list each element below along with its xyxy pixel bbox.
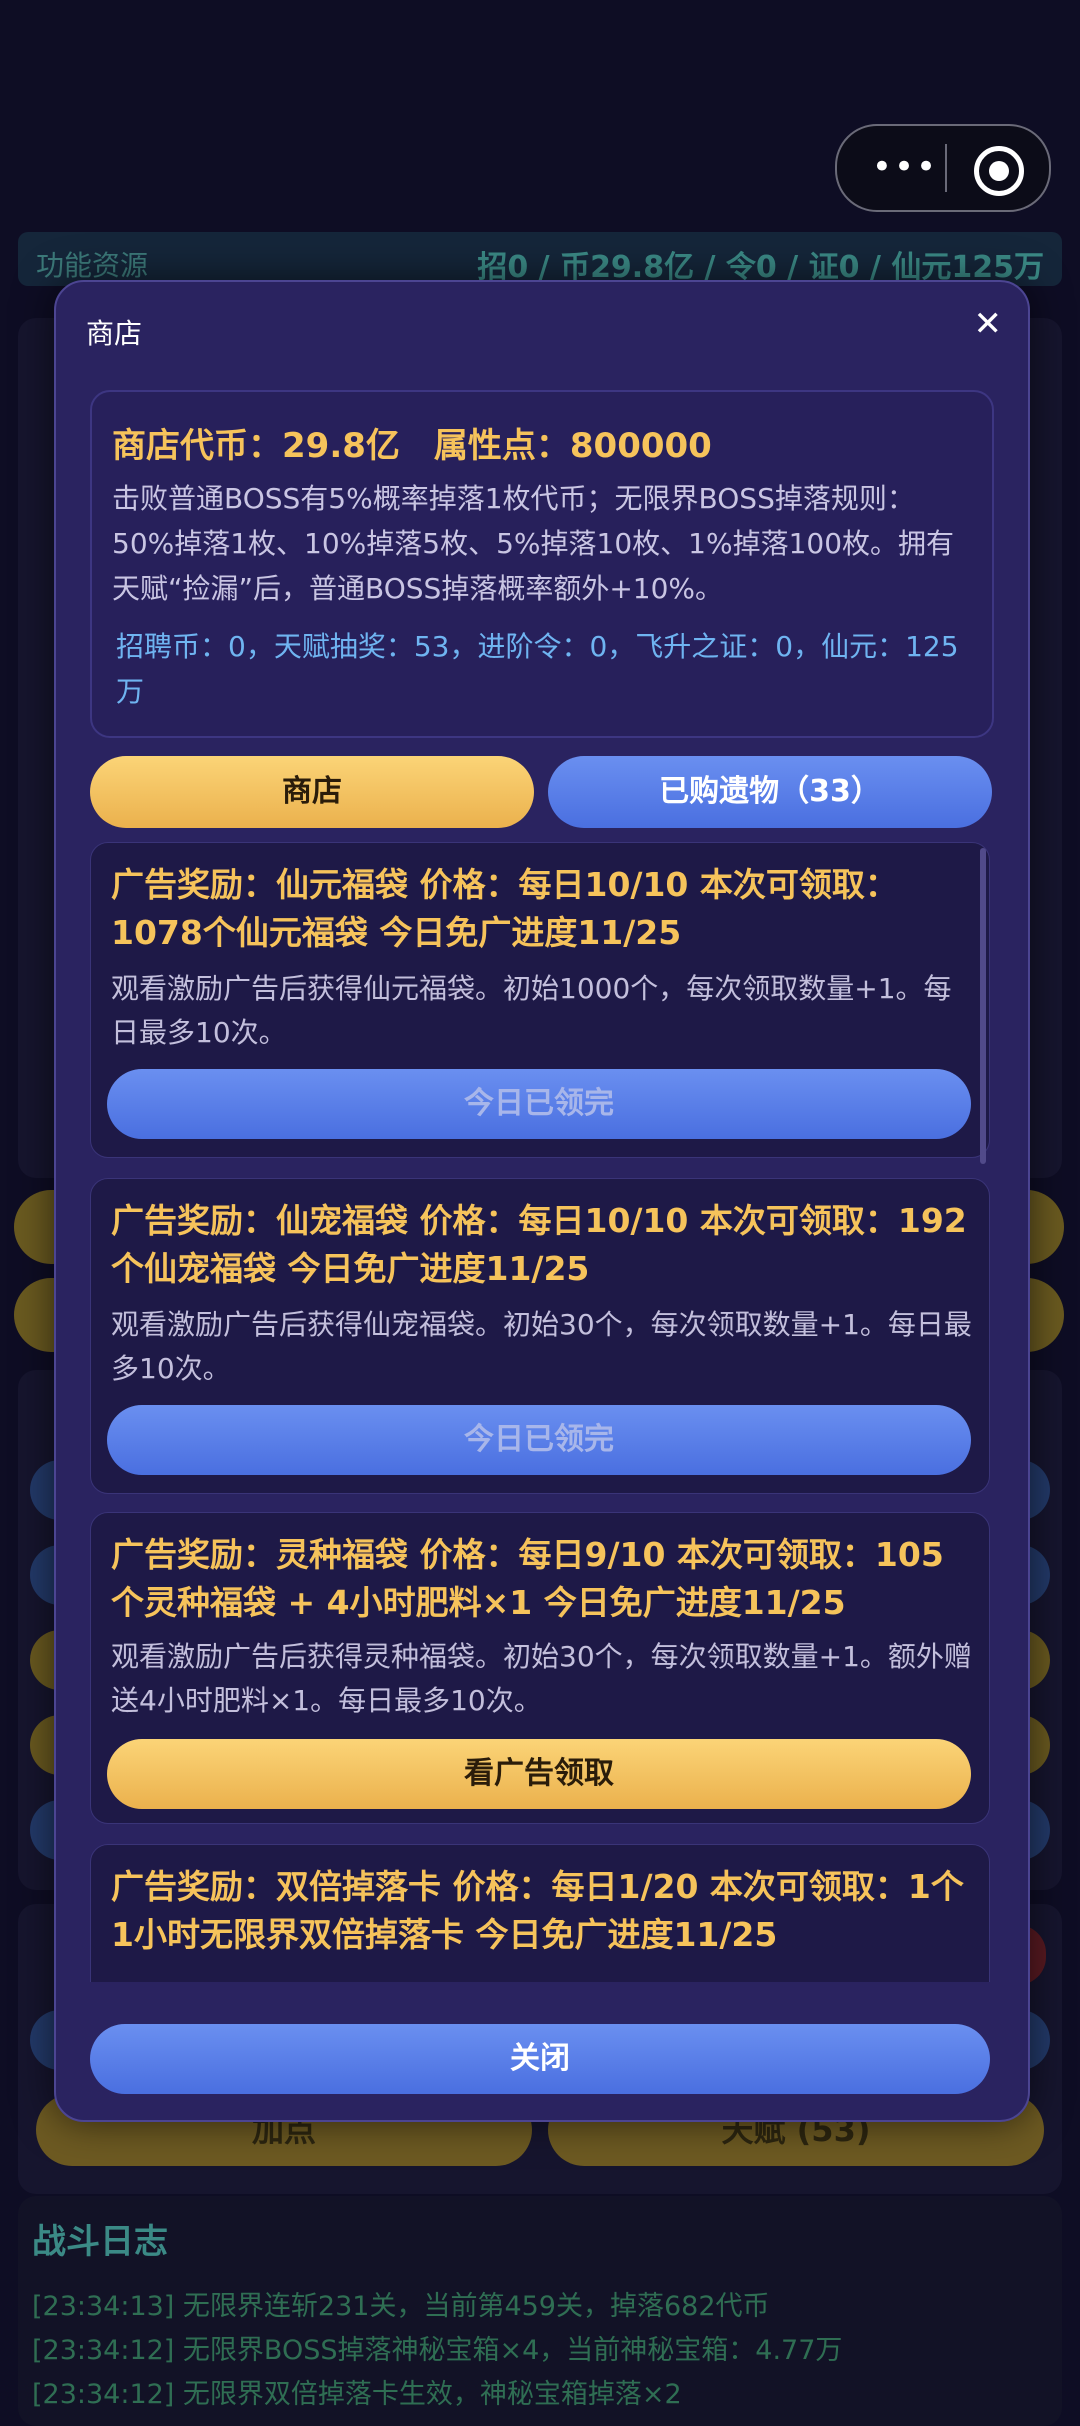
item-title: 广告奖励：灵种福袋 价格：每日9/10 本次可领取：105个灵种福袋 + 4小时… (111, 1535, 944, 1622)
item-title: 广告奖励：仙元福袋 价格：每日10/10 本次可领取：1078个仙元福袋 今日免… (111, 865, 898, 952)
claimed-button[interactable]: 今日已领完 (107, 1069, 971, 1139)
log-line: [23:34:13] 无限界连斩231关，当前第459关，掉落682代币 (32, 2291, 770, 2322)
item-title: 广告奖励：仙宠福袋 价格：每日10/10 本次可领取：192个仙宠福袋 今日免广… (111, 1201, 967, 1288)
shop-item-list[interactable]: 广告奖励：仙元福袋 价格：每日10/10 本次可领取：1078个仙元福袋 今日免… (90, 842, 990, 1982)
tab-bought-relics[interactable]: 已购遗物（33） (548, 756, 992, 828)
resource-bar: 功能资源 招0 / 币29.8亿 / 令0 / 证0 / 仙元125万 (18, 232, 1062, 286)
close-icon[interactable]: ✕ (974, 304, 1003, 344)
shop-info-box: 商店代币：29.8亿 属性点：800000 击败普通BOSS有5%概率掉落1枚代… (90, 390, 994, 738)
close-button[interactable]: 关闭 (90, 2024, 990, 2094)
more-dots-icon[interactable]: ••• (865, 150, 945, 184)
battle-log: 战斗日志 [23:34:13] 无限界连斩231关，当前第459关，掉落682代… (18, 2196, 1062, 2426)
item-description: 观看激励广告后获得灵种福袋。初始30个，每次领取数量+1。额外赠送4小时肥料×1… (111, 1640, 972, 1717)
item-description: 观看激励广告后获得仙元福袋。初始1000个，每次领取数量+1。每日最多10次。 (111, 972, 952, 1049)
claimed-button[interactable]: 今日已领完 (107, 1405, 971, 1475)
list-item: 广告奖励：仙元福袋 价格：每日10/10 本次可领取：1078个仙元福袋 今日免… (90, 842, 990, 1158)
log-line: [23:34:12] 无限界BOSS掉落神秘宝箱×4，当前神秘宝箱：4.77万 (32, 2335, 843, 2366)
resource-bar-label: 功能资源 (36, 249, 149, 282)
scrollbar[interactable] (980, 848, 986, 1164)
item-title: 广告奖励：双倍掉落卡 价格：每日1/20 本次可领取：1个1小时无限界双倍掉落卡… (111, 1867, 964, 1954)
list-item: 广告奖励：灵种福袋 价格：每日9/10 本次可领取：105个灵种福袋 + 4小时… (90, 1512, 990, 1824)
mini-program-capsule[interactable]: ••• (835, 124, 1051, 212)
shop-currency-header: 商店代币：29.8亿 属性点：800000 (112, 426, 712, 466)
battle-log-title: 战斗日志 (32, 2222, 168, 2262)
modal-title: 商店 (86, 317, 143, 350)
tab-shop[interactable]: 商店 (90, 756, 534, 828)
shop-description: 击败普通BOSS有5%概率掉落1枚代币；无限界BOSS掉落规则：50%掉落1枚、… (112, 482, 955, 605)
shop-modal: 商店 ✕ 商店代币：29.8亿 属性点：800000 击败普通BOSS有5%概率… (54, 280, 1030, 2122)
item-description: 观看激励广告后获得仙宠福袋。初始30个，每次领取数量+1。每日最多10次。 (111, 1308, 972, 1385)
watch-ad-claim-button[interactable]: 看广告领取 (107, 1739, 971, 1809)
target-icon[interactable] (974, 146, 1024, 196)
list-item: 广告奖励：仙宠福袋 价格：每日10/10 本次可领取：192个仙宠福袋 今日免广… (90, 1178, 990, 1494)
capsule-divider (945, 144, 947, 192)
shop-stats: 招聘币：0，天赋抽奖：53，进阶令：0，飞升之证：0，仙元：125万 (116, 630, 959, 708)
list-item: 广告奖励：双倍掉落卡 价格：每日1/20 本次可领取：1个1小时无限界双倍掉落卡… (90, 1844, 990, 1982)
log-line: [23:34:12] 无限界双倍掉落卡生效，神秘宝箱掉落×2 (32, 2379, 682, 2410)
